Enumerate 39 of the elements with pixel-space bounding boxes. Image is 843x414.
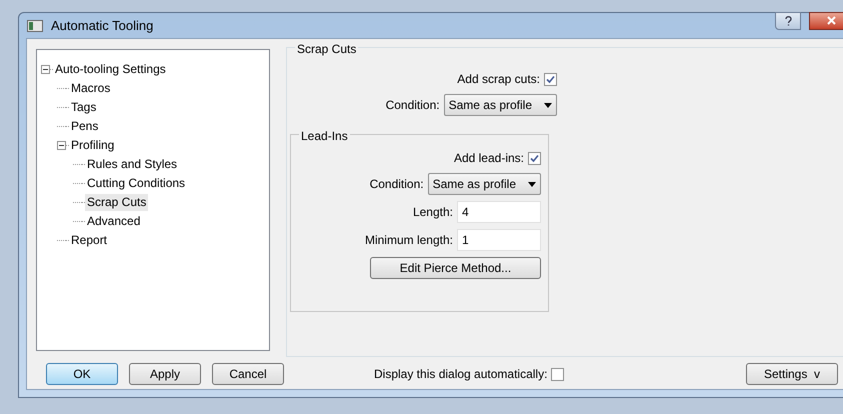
- tree-item[interactable]: Cutting Conditions: [85, 175, 188, 192]
- condition-dropdown[interactable]: Same as profile: [444, 94, 557, 116]
- collapse-icon[interactable]: [57, 141, 66, 150]
- checkbox[interactable]: [544, 72, 557, 86]
- help-icon: [784, 16, 792, 26]
- minimum-length-field[interactable]: 1: [457, 229, 541, 251]
- checkbox-label: Add lead-ins:: [454, 150, 524, 167]
- tree-item[interactable]: Tags: [69, 99, 98, 116]
- tree-item[interactable]: Rules and Styles: [85, 156, 180, 173]
- condition-dropdown[interactable]: Same as profile: [428, 173, 541, 195]
- checkbox-label: Add scrap cuts:: [457, 71, 540, 88]
- close-icon: [826, 16, 836, 25]
- edit-pierce-method-button[interactable]: Edit Pierce Method...: [370, 257, 541, 279]
- tree-item[interactable]: Advanced: [85, 213, 142, 230]
- dropdown-arrow-icon: [544, 102, 552, 108]
- app-icon: [27, 20, 43, 32]
- field-label: Length:: [412, 204, 453, 221]
- field-label: Minimum length:: [364, 232, 453, 249]
- window-title: Automatic Tooling: [51, 16, 154, 35]
- close-button[interactable]: [809, 12, 843, 30]
- tree-item[interactable]: Report: [69, 232, 110, 249]
- dropdown-arrow-icon: [528, 182, 536, 186]
- checkbox-label: Display this dialog automatically:: [374, 366, 548, 383]
- tree-item[interactable]: Macros: [69, 80, 112, 97]
- help-button[interactable]: [775, 12, 801, 30]
- tree-item[interactable]: Profiling: [69, 137, 116, 154]
- collapse-icon[interactable]: [41, 65, 50, 74]
- field-label: Condition:: [386, 97, 440, 114]
- settings-button[interactable]: Settings v: [746, 363, 838, 385]
- tree-item[interactable]: Auto-tooling Settings: [53, 61, 168, 78]
- checkbox[interactable]: [528, 152, 541, 164]
- checkbox[interactable]: [551, 368, 564, 380]
- dialog-button[interactable]: OK: [46, 363, 118, 385]
- dialog-button[interactable]: Cancel: [212, 363, 284, 385]
- tree-item[interactable]: Pens: [69, 118, 100, 135]
- field-label: Condition:: [370, 176, 424, 193]
- tree-item[interactable]: Scrap Cuts: [85, 194, 148, 211]
- dialog-button[interactable]: Apply: [129, 363, 201, 385]
- length-field[interactable]: 4: [457, 201, 541, 223]
